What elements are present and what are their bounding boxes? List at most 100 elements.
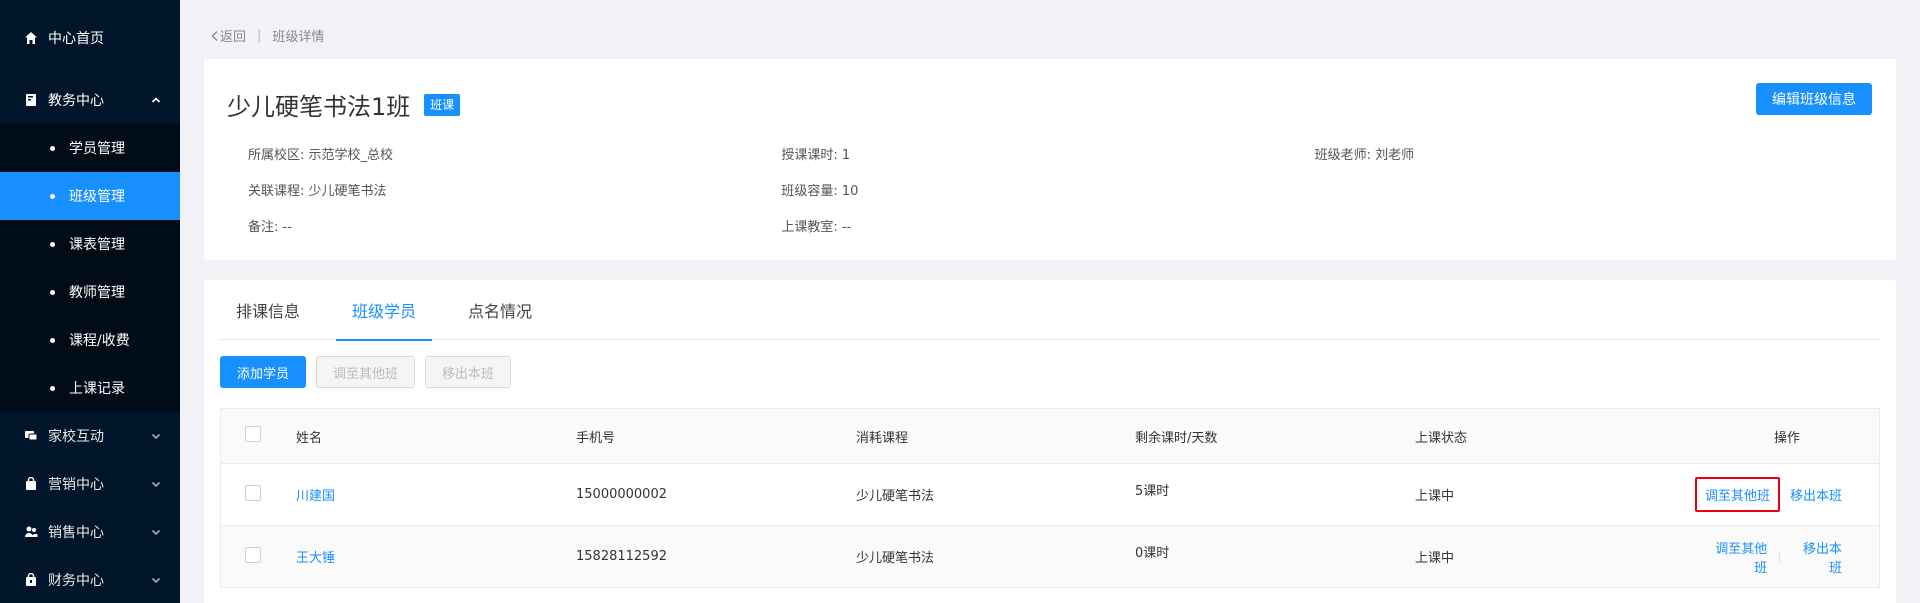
sidebar-item-label: 班级管理 xyxy=(69,189,125,205)
student-course: 少儿硬笔书法 xyxy=(856,551,935,566)
chevron-up-icon xyxy=(150,94,162,106)
nav-home[interactable]: 中心首页 xyxy=(0,0,180,76)
nav-academic-label: 教务中心 xyxy=(48,93,104,109)
action-bar: 添加学员 调至其他班 移出本班 xyxy=(220,356,521,388)
bullet-icon xyxy=(50,385,55,391)
sidebar-item-label: 教师管理 xyxy=(69,285,125,301)
nav-finance-label: 财务中心 xyxy=(48,573,104,589)
header-course: 消耗课程 xyxy=(856,430,909,446)
sidebar-item-label: 课程/收费 xyxy=(69,333,130,349)
nav-marketing[interactable]: 营销中心 xyxy=(0,460,180,508)
tab-bar: 排课信息 班级学员 点名情况 xyxy=(220,280,1880,341)
wallet-icon xyxy=(24,573,38,587)
nav-finance[interactable]: 财务中心 xyxy=(0,556,180,603)
remaining-cell: 5课时 xyxy=(1135,484,1415,504)
nav-academic[interactable]: 教务中心 xyxy=(0,76,180,124)
action-divider xyxy=(1779,550,1781,563)
bullet-icon xyxy=(50,241,55,247)
student-phone: 15000000002 xyxy=(576,487,667,502)
header-status: 上课状态 xyxy=(1415,430,1468,446)
tab-schedule-info[interactable]: 排课信息 xyxy=(220,280,316,340)
edit-class-button[interactable]: 编辑班级信息 xyxy=(1756,83,1872,115)
teacher-field: 班级老师: 刘老师 xyxy=(1314,147,1415,163)
row-actions: 调至其他班 移出本班 xyxy=(1695,477,1879,512)
remove-from-class-link[interactable]: 移出本班 xyxy=(1780,477,1852,512)
bullet-icon xyxy=(50,289,55,295)
select-all-checkbox[interactable] xyxy=(245,426,261,442)
back-link[interactable]: 返回 xyxy=(210,26,246,45)
transfer-class-link[interactable]: 调至其他班 xyxy=(1695,477,1780,512)
sidebar-item-label: 学员管理 xyxy=(69,141,125,157)
chevron-down-icon xyxy=(150,574,162,586)
info-row: 备注: -- 上课教室: -- xyxy=(248,207,1848,243)
chat-icon xyxy=(24,429,38,443)
lesson-hours-field: 授课课时: 1 xyxy=(781,147,851,163)
sidebar-item-schedule[interactable]: 课表管理 xyxy=(0,220,180,268)
sidebar: 中心首页 教务中心 学员管理 班级管理 课表管理 教师管理 课程/收费 上课记录… xyxy=(0,0,180,603)
transfer-class-link[interactable]: 调至其他班 xyxy=(1695,530,1777,584)
class-type-badge: 班课 xyxy=(424,93,461,116)
sidebar-item-label: 上课记录 xyxy=(69,381,125,397)
remove-from-class-link[interactable]: 移出本班 xyxy=(1782,530,1852,584)
student-name-link[interactable]: 川建国 xyxy=(296,485,576,504)
select-all-cell xyxy=(221,426,296,446)
bullet-icon xyxy=(50,337,55,343)
sidebar-item-records[interactable]: 上课记录 xyxy=(0,364,180,412)
tab-class-students[interactable]: 班级学员 xyxy=(336,280,433,341)
back-label: 返回 xyxy=(220,30,247,45)
tab-attendance[interactable]: 点名情况 xyxy=(452,280,548,340)
home-icon xyxy=(24,31,38,45)
page-title: 少儿硬笔书法1班 xyxy=(227,93,411,121)
row-select-cell xyxy=(221,546,296,567)
student-remaining: 5课时 xyxy=(1135,484,1170,499)
student-name-link[interactable]: 王大锤 xyxy=(296,547,576,566)
remaining-cell: 0课时 xyxy=(1135,546,1415,566)
bullet-icon xyxy=(50,193,55,199)
student-status: 上课中 xyxy=(1415,489,1455,504)
students-table: 姓名 手机号 消耗课程 剩余课时/天数 上课状态 操作 川建国 15000000… xyxy=(220,408,1880,588)
student-status: 上课中 xyxy=(1415,551,1455,566)
nav-homeschool-label: 家校互动 xyxy=(48,429,104,445)
nav-homeschool[interactable]: 家校互动 xyxy=(0,412,180,460)
info-row: 关联课程: 少儿硬笔书法 班级容量: 10 xyxy=(248,171,1848,207)
add-student-button[interactable]: 添加学员 xyxy=(220,356,307,388)
sidebar-item-classes[interactable]: 班级管理 xyxy=(0,172,180,220)
class-info-grid: 所属校区: 示范学校_总校 授课课时: 1 班级老师: 刘老师 关联课程: 少儿… xyxy=(248,135,1848,243)
class-title: 少儿硬笔书法1班 班课 xyxy=(227,87,461,122)
header-name: 姓名 xyxy=(296,430,323,446)
capacity-field: 班级容量: 10 xyxy=(781,183,859,199)
header-phone: 手机号 xyxy=(576,430,616,446)
book-icon xyxy=(24,93,38,107)
academic-submenu: 学员管理 班级管理 课表管理 教师管理 课程/收费 上课记录 xyxy=(0,124,180,412)
breadcrumb-current: 班级详情 xyxy=(272,30,325,45)
breadcrumb-separator: | xyxy=(257,28,262,43)
row-select-cell xyxy=(221,484,296,505)
chevron-down-icon xyxy=(150,526,162,538)
header-actions: 操作 xyxy=(1773,430,1800,446)
sidebar-item-students[interactable]: 学员管理 xyxy=(0,124,180,172)
chevron-down-icon xyxy=(150,478,162,490)
table-row: 川建国 15000000002 少儿硬笔书法 5课时 上课中 调至其他班 移出本… xyxy=(221,463,1879,525)
nav-sales-label: 销售中心 xyxy=(48,525,104,541)
header-remaining: 剩余课时/天数 xyxy=(1135,430,1218,446)
nav-home-label: 中心首页 xyxy=(48,31,104,47)
student-phone: 15828112592 xyxy=(576,549,667,564)
chevron-left-icon xyxy=(211,30,218,41)
sidebar-item-teachers[interactable]: 教师管理 xyxy=(0,268,180,316)
classroom-field: 上课教室: -- xyxy=(781,219,852,235)
users-icon xyxy=(24,525,38,539)
remove-from-class-button[interactable]: 移出本班 xyxy=(425,356,512,388)
sidebar-item-label: 课表管理 xyxy=(69,237,125,253)
sidebar-item-courses[interactable]: 课程/收费 xyxy=(0,316,180,364)
course-field: 关联课程: 少儿硬笔书法 xyxy=(248,183,387,199)
bag-icon xyxy=(24,477,38,491)
nav-sales[interactable]: 销售中心 xyxy=(0,508,180,556)
chevron-down-icon xyxy=(150,430,162,442)
students-card: 排课信息 班级学员 点名情况 添加学员 调至其他班 移出本班 姓名 手机号 消耗… xyxy=(204,280,1896,603)
campus-field: 所属校区: 示范学校_总校 xyxy=(248,147,394,163)
transfer-class-button[interactable]: 调至其他班 xyxy=(316,356,416,388)
row-checkbox[interactable] xyxy=(245,484,261,501)
bullet-icon xyxy=(50,145,55,151)
row-checkbox[interactable] xyxy=(245,546,261,563)
info-row: 所属校区: 示范学校_总校 授课课时: 1 班级老师: 刘老师 xyxy=(248,135,1848,171)
